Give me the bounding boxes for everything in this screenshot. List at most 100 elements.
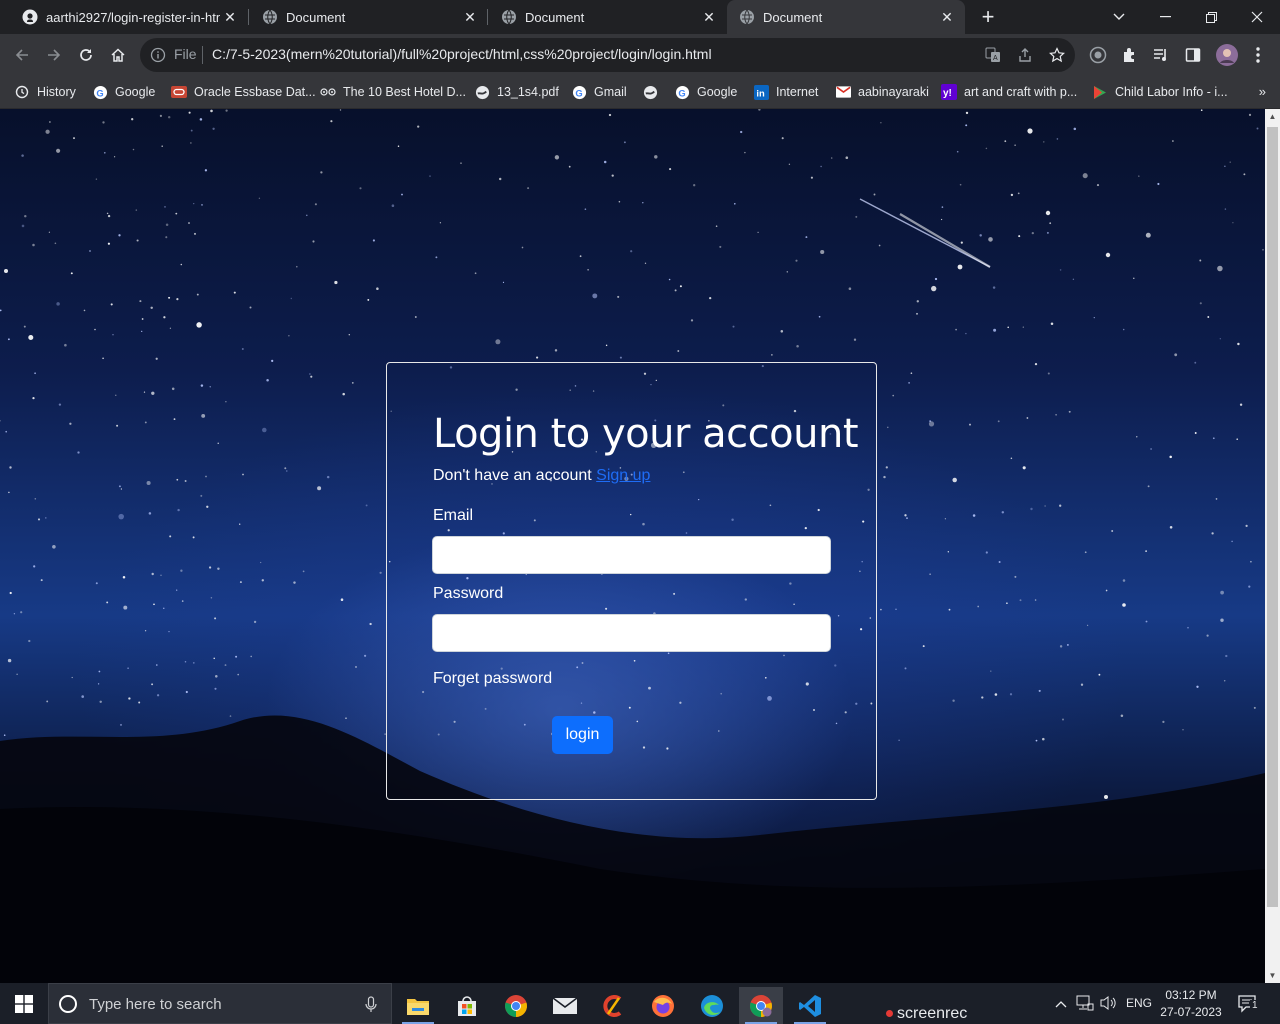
close-window-icon[interactable] [1234, 0, 1280, 34]
microphone-icon[interactable] [365, 996, 377, 1018]
oracle-icon [171, 84, 187, 100]
taskbar-search-box[interactable]: Type here to search [48, 983, 392, 1024]
address-bar[interactable]: File C:/7-5-2023(mern%20tutorial)/full%2… [140, 38, 1075, 72]
microsoft-store-icon[interactable] [445, 987, 489, 1024]
new-tab-icon[interactable]: + [976, 4, 1000, 29]
bookmark-oracle[interactable]: Oracle Essbase Dat... [171, 82, 316, 102]
edge-icon[interactable] [690, 987, 734, 1024]
side-panel-icon[interactable] [1183, 45, 1203, 65]
page-title: Login to your account [433, 411, 859, 457]
bookmark-label: Internet [776, 85, 819, 99]
svg-text:G: G [678, 88, 685, 98]
back-icon[interactable] [10, 43, 34, 67]
share-icon[interactable] [1016, 46, 1034, 64]
tab-document-2[interactable]: Document ✕ [479, 0, 727, 34]
profile-avatar[interactable] [1215, 43, 1239, 67]
bookmark-aabinayaraki[interactable]: aabinayaraki [835, 82, 929, 102]
svg-text:G: G [96, 88, 103, 98]
signup-link[interactable]: Sign up [596, 467, 650, 484]
chrome-active-icon[interactable] [739, 987, 783, 1024]
url-scheme-label: File [174, 46, 197, 62]
password-label: Password [433, 585, 504, 602]
chrome-icon[interactable] [494, 987, 538, 1024]
svg-text:A: A [993, 55, 998, 62]
play-icon [1092, 84, 1108, 100]
bookmark-label: Oracle Essbase Dat... [194, 85, 316, 99]
bookmark-label: Gmail [594, 85, 627, 99]
scroll-thumb[interactable] [1267, 127, 1278, 907]
ccleaner-icon[interactable] [592, 987, 636, 1024]
tab-document-active[interactable]: Document ✕ [727, 0, 965, 34]
translate-icon[interactable]: A [984, 46, 1002, 64]
media-queue-icon[interactable] [1151, 45, 1171, 65]
signup-prompt: Don't have an account [433, 467, 592, 484]
bookmarks-overflow-icon[interactable]: » [1259, 84, 1266, 99]
bookmark-globe[interactable] [642, 82, 665, 102]
yahoo-icon: y! [941, 84, 957, 100]
info-icon[interactable] [150, 47, 166, 63]
firefox-icon[interactable] [641, 987, 685, 1024]
bookmark-history[interactable]: History [14, 82, 76, 102]
chrome-menu-icon[interactable] [1248, 45, 1268, 65]
url-divider [202, 46, 203, 64]
scroll-up-icon[interactable]: ▲ [1265, 109, 1280, 124]
extensions-puzzle-icon[interactable] [1120, 45, 1140, 65]
close-icon[interactable]: ✕ [699, 7, 719, 27]
bookmark-label: art and craft with p... [964, 85, 1078, 99]
svg-text:y!: y! [943, 88, 952, 99]
bookmark-internet[interactable]: in Internet [753, 82, 818, 102]
extension-record-icon[interactable] [1088, 45, 1108, 65]
language-indicator[interactable]: ENG [1126, 996, 1152, 1010]
screenrec-watermark: screenrec [886, 1005, 967, 1023]
bookmark-star-icon[interactable] [1048, 46, 1066, 64]
home-icon[interactable] [106, 43, 130, 67]
bookmark-google-2[interactable]: G Google [674, 82, 737, 102]
windows-start-icon[interactable] [0, 983, 48, 1024]
file-explorer-icon[interactable] [396, 987, 440, 1024]
restore-icon[interactable] [1188, 0, 1234, 34]
bookmark-gmail[interactable]: G Gmail [571, 82, 627, 102]
minimize-icon[interactable] [1142, 0, 1188, 34]
bookmark-hotels[interactable]: The 10 Best Hotel D... [320, 82, 466, 102]
bookmark-art-craft[interactable]: y! art and craft with p... [941, 82, 1077, 102]
close-icon[interactable]: ✕ [220, 7, 240, 27]
history-icon [14, 84, 30, 100]
volume-icon[interactable] [1100, 995, 1118, 1014]
tab-github[interactable]: aarthi2927/login-register-in-html ✕ [0, 0, 248, 34]
forward-icon[interactable] [42, 43, 66, 67]
search-placeholder: Type here to search [89, 996, 222, 1013]
bookmark-child-labor[interactable]: Child Labor Info - i... [1092, 82, 1228, 102]
page-scrollbar[interactable]: ▲ ▼ [1265, 109, 1280, 983]
globe-icon [474, 84, 490, 100]
signup-prompt-line: Don't have an account Sign up [433, 467, 650, 485]
vscode-icon[interactable] [788, 987, 832, 1024]
tab-search-icon[interactable] [1096, 0, 1142, 34]
email-field[interactable] [432, 536, 831, 574]
tab-document-1[interactable]: Document ✕ [240, 0, 488, 34]
tab-strip: aarthi2927/login-register-in-html ✕ Docu… [0, 0, 1280, 34]
network-icon[interactable] [1076, 995, 1094, 1014]
bookmark-label: History [37, 85, 76, 99]
clock-time: 03:12 PM [1165, 988, 1217, 1002]
close-icon[interactable]: ✕ [460, 7, 480, 27]
record-dot-icon [886, 1010, 893, 1018]
bookmark-pdf[interactable]: 13_1s4.pdf [474, 82, 559, 102]
svg-text:G: G [575, 88, 582, 98]
tray-chevron-icon[interactable] [1055, 997, 1067, 1011]
bookmark-label: Child Labor Info - i... [1115, 85, 1228, 99]
password-field[interactable] [432, 614, 831, 652]
login-card: Login to your account Don't have an acco… [386, 362, 877, 800]
reload-icon[interactable] [74, 43, 98, 67]
notification-icon[interactable]: 1 [1238, 994, 1260, 1017]
close-icon[interactable]: ✕ [937, 7, 957, 27]
tab-title: Document [525, 9, 585, 25]
forget-password-link[interactable]: Forget password [433, 670, 552, 688]
login-button[interactable]: login [552, 716, 613, 754]
bookmark-google[interactable]: G Google [92, 82, 155, 102]
github-icon [22, 9, 38, 25]
mail-icon[interactable] [543, 987, 587, 1024]
clock[interactable]: 03:12 PM 27-07-2023 [1158, 987, 1224, 1021]
google-icon: G [674, 84, 690, 100]
url-text[interactable]: C:/7-5-2023(mern%20tutorial)/full%20proj… [212, 46, 712, 62]
scroll-down-icon[interactable]: ▼ [1265, 968, 1280, 983]
